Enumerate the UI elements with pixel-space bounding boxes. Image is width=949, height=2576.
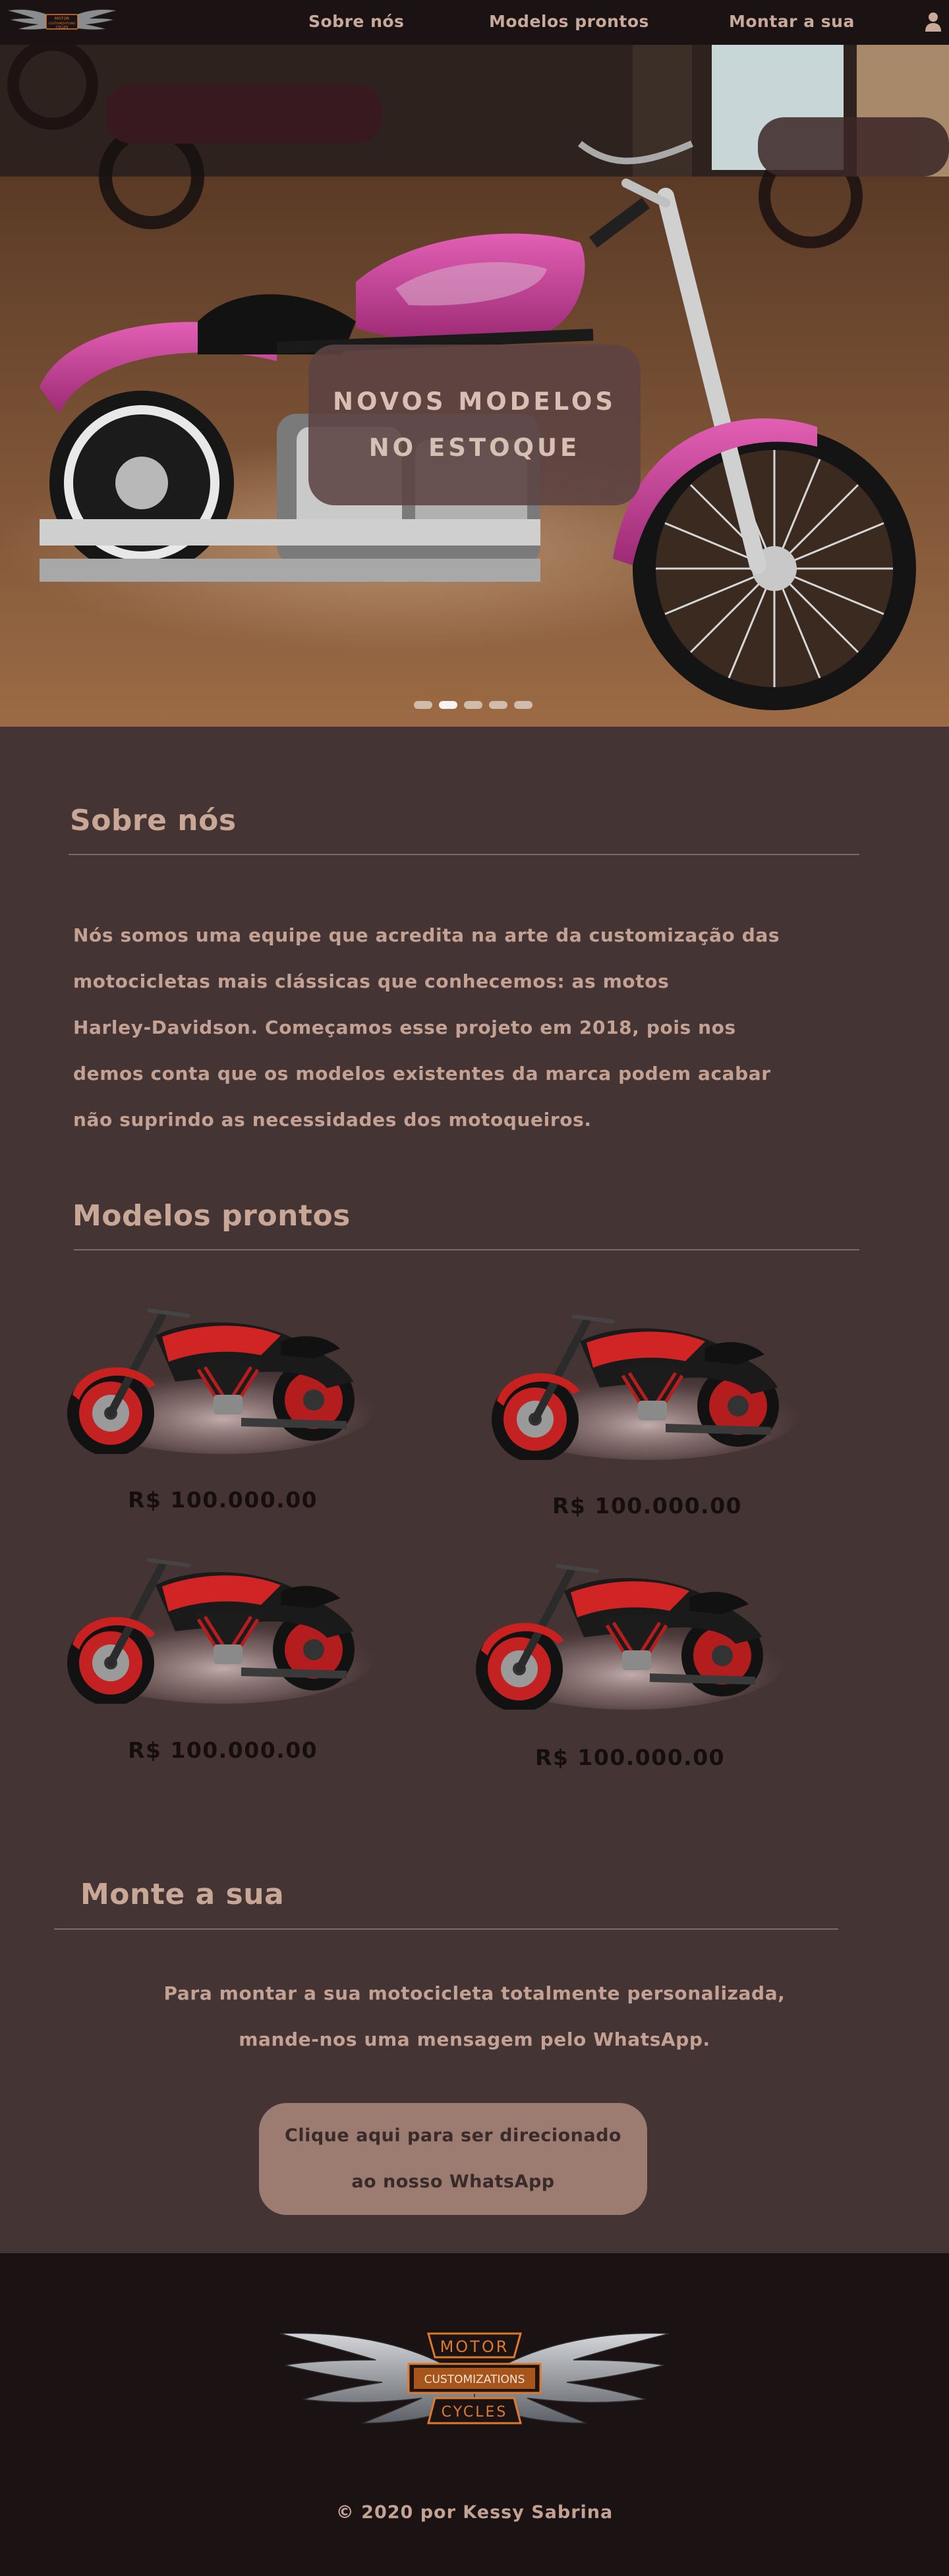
monte-text: Para montar a sua motocicleta totalmente… (0, 1971, 949, 2063)
nav-link-montar[interactable]: Montar a sua (729, 12, 855, 31)
hero-caption: NOVOS MODELOS NO ESTOQUE (308, 345, 641, 505)
footer-logo-top: MOTOR (440, 2338, 509, 2356)
section-divider (69, 854, 859, 855)
about-line-5: não suprindo as necessidades dos motoque… (73, 1109, 592, 1131)
hero-carousel[interactable]: NOVOS MODELOS NO ESTOQUE (0, 45, 949, 727)
section-divider (54, 1928, 838, 1930)
brand-logo[interactable]: MOTOR CUSTOMIZATIONS CYCLES (5, 4, 119, 41)
whatsapp-button[interactable]: Clique aqui para ser direcionado ao noss… (259, 2103, 647, 2215)
footer-logo: MOTOR CUSTOMIZATIONS CYCLES (279, 2332, 670, 2424)
carousel-indicators (414, 701, 535, 710)
model-image-4[interactable] (472, 1552, 792, 1710)
logo-text-top: MOTOR (55, 16, 69, 21)
whatsapp-button-line-2: ao nosso WhatsApp (351, 2171, 555, 2192)
whatsapp-button-line-1: Clique aqui para ser direcionado (285, 2125, 621, 2146)
section-title-sobre: Sobre nós (70, 804, 237, 837)
hero-caption-line-2: NO ESTOQUE (368, 434, 581, 462)
model-price-4: R$ 100.000.00 (535, 1745, 726, 1770)
model-image-3[interactable] (63, 1546, 384, 1704)
copyright: © 2020 por Kessy Sabrina (335, 2502, 614, 2523)
model-price-2: R$ 100.000.00 (552, 1493, 743, 1519)
footer-logo-bottom: CYCLES (442, 2404, 508, 2421)
carousel-dot-2[interactable] (439, 701, 457, 709)
nav-link-modelos[interactable]: Modelos prontos (489, 12, 649, 31)
logo-text-bottom: CYCLES (56, 26, 69, 30)
about-text: Nós somos uma equipe que acredita na art… (73, 912, 884, 1143)
hero-caption-line-1: NOVOS MODELOS (332, 387, 616, 416)
section-title-monte: Monte a sua (80, 1878, 285, 1911)
carousel-dot-1[interactable] (414, 701, 432, 709)
model-price-3: R$ 100.000.00 (128, 1737, 318, 1763)
monte-line-1: Para montar a sua motocicleta totalmente… (163, 1982, 786, 2004)
section-divider (74, 1249, 859, 1250)
user-icon[interactable] (924, 11, 942, 33)
footer: MOTOR CUSTOMIZATIONS CYCLES © 2020 por K… (0, 2253, 949, 2576)
about-line-1: Nós somos uma equipe que acredita na art… (73, 924, 780, 946)
carousel-dot-4[interactable] (489, 701, 507, 709)
model-price-1: R$ 100.000.00 (128, 1487, 318, 1513)
navbar: MOTOR CUSTOMIZATIONS CYCLES Sobre nós Mo… (0, 0, 949, 45)
about-line-4: demos conta que os modelos existentes da… (73, 1063, 771, 1084)
about-line-3: Harley-Davidson. Começamos esse projeto … (73, 1017, 736, 1038)
model-image-2[interactable] (488, 1302, 808, 1460)
monte-line-2: mande-nos uma mensagem pelo WhatsApp. (239, 2029, 710, 2050)
section-title-modelos: Modelos prontos (72, 1199, 351, 1233)
nav-link-sobre[interactable]: Sobre nós (308, 12, 404, 31)
footer-logo-mid: CUSTOMIZATIONS (424, 2373, 525, 2386)
carousel-dot-5[interactable] (514, 701, 532, 709)
carousel-dot-3[interactable] (464, 701, 482, 709)
model-image-1[interactable] (63, 1296, 384, 1454)
about-line-2: motocicletas mais clássicas que conhecem… (73, 970, 670, 992)
